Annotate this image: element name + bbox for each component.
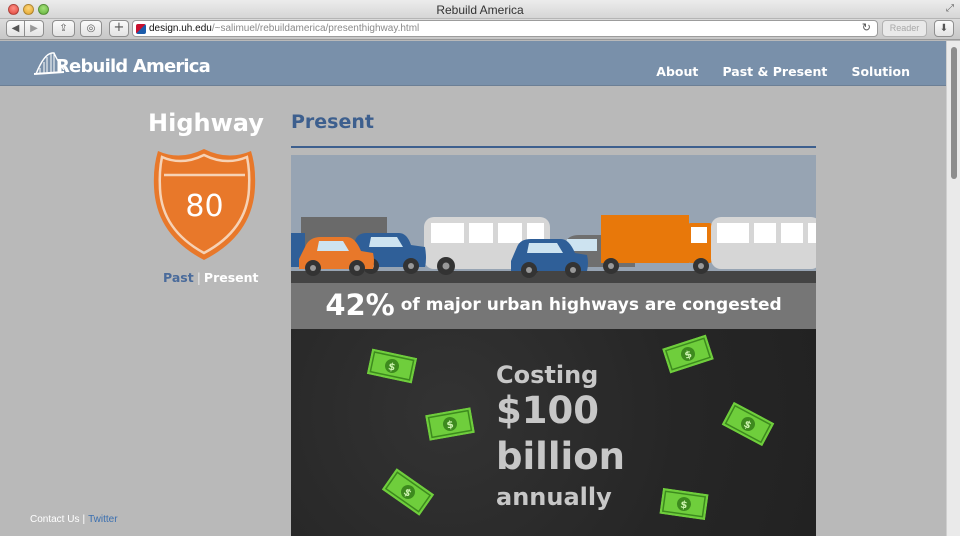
window-title: Rebuild America xyxy=(436,3,524,17)
scrollbar-thumb[interactable] xyxy=(951,47,957,179)
section-divider xyxy=(291,146,816,148)
title-bar: Rebuild America ⤢ xyxy=(0,0,960,19)
reading-list-button[interactable]: ◎ xyxy=(80,20,102,37)
cost-line-annually: annually xyxy=(496,483,612,511)
plus-icon: + xyxy=(113,20,125,35)
money-bill-icon: $ xyxy=(662,334,714,374)
back-arrow-icon: ◀ xyxy=(11,23,20,34)
link-present[interactable]: Present xyxy=(204,270,259,285)
section-title: Present xyxy=(291,111,374,133)
cost-line-costing: Costing xyxy=(496,361,599,389)
downloads-button[interactable]: ⬇ xyxy=(934,20,954,37)
congestion-stat: 42% of major urban highways are congested xyxy=(291,283,816,329)
forward-button[interactable]: ▶ xyxy=(25,20,44,37)
address-bar[interactable]: design.uh.edu/~salimuel/rebuildamerica/p… xyxy=(132,20,878,37)
back-button[interactable]: ◀ xyxy=(6,20,25,37)
logo-text: Rebuild America xyxy=(56,56,211,77)
money-bill-icon: $ xyxy=(366,348,418,384)
stat-percent: 42% xyxy=(325,288,395,322)
share-icon: ⇪ xyxy=(59,23,68,34)
footer-links: Contact Us | Twitter xyxy=(30,514,118,525)
nav-solution[interactable]: Solution xyxy=(851,64,910,79)
cost-line-amount: $100 xyxy=(496,389,599,432)
link-separator: | xyxy=(196,270,201,285)
browser-window: Rebuild America ⤢ ◀ ▶ ⇪ ◎ + design.uh.ed… xyxy=(0,0,960,536)
money-bill-icon: $ xyxy=(381,468,435,516)
money-bill-icon: $ xyxy=(721,401,775,447)
page-scrollbar[interactable] xyxy=(946,41,960,536)
page-content: Highway 80 Past | Present Contact Us | Twitt… xyxy=(0,87,946,536)
highway-infographic: 42% of major urban highways are congested… xyxy=(291,155,816,536)
reload-icon[interactable]: ↻ xyxy=(862,21,871,36)
fullscreen-icon[interactable]: ⤢ xyxy=(946,3,954,14)
period-switcher: Past | Present xyxy=(163,270,259,285)
reading-list-icon: ◎ xyxy=(86,23,96,34)
nav-past-present[interactable]: Past & Present xyxy=(722,64,827,79)
new-tab-button[interactable]: + xyxy=(109,20,129,37)
browser-toolbar: ◀ ▶ ⇪ ◎ + design.uh.edu/~salimuel/rebuil… xyxy=(0,19,960,40)
main-nav: About Past & Present Solution xyxy=(637,61,910,80)
download-icon: ⬇ xyxy=(939,23,949,34)
site-header: Rebuild America About Past & Present Sol… xyxy=(0,41,946,86)
reader-button[interactable]: Reader xyxy=(882,20,927,37)
shield-number: 80 xyxy=(185,189,224,224)
footer-contact-link[interactable]: Contact Us xyxy=(30,514,79,525)
sidebar-title: Highway xyxy=(148,109,264,137)
site-favicon-icon xyxy=(136,24,146,34)
link-past[interactable]: Past xyxy=(163,270,194,285)
forward-arrow-icon: ▶ xyxy=(30,23,38,34)
footer-separator: | xyxy=(82,514,86,525)
cost-line-billion: billion xyxy=(496,435,625,478)
nav-about[interactable]: About xyxy=(656,64,698,79)
footer-twitter-link[interactable]: Twitter xyxy=(88,514,117,525)
url-path: /~salimuel/rebuildamerica/presenthighway… xyxy=(211,23,420,34)
money-bill-icon: $ xyxy=(425,407,475,441)
stat-text: of major urban highways are congested xyxy=(400,295,782,315)
traffic-jam-illustration xyxy=(291,155,816,285)
cost-panel: $ $ $ $ $ $ Costing $100 billion annuall… xyxy=(291,329,816,536)
share-button[interactable]: ⇪ xyxy=(52,20,75,37)
money-bill-icon: $ xyxy=(659,487,709,521)
url-host: design.uh.edu xyxy=(149,23,212,34)
